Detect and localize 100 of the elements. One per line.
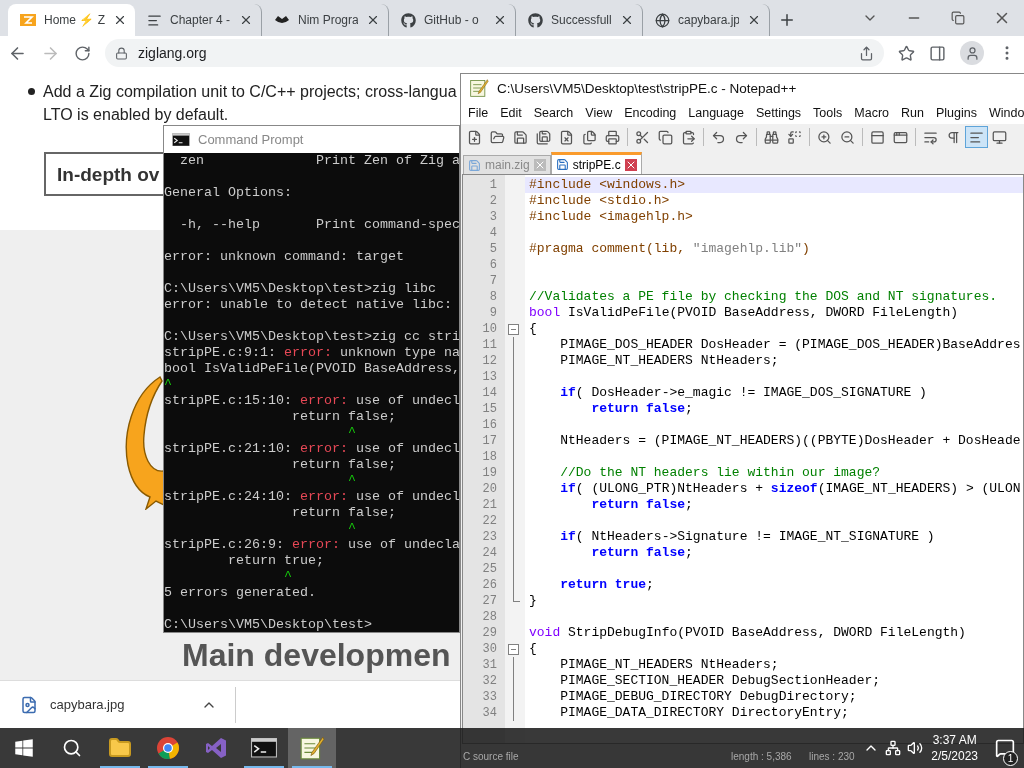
profile-avatar[interactable]	[960, 41, 984, 65]
windows-logo-icon[interactable]	[14, 738, 34, 758]
line-number: 20	[481, 481, 498, 497]
window-icon	[893, 129, 908, 145]
menu-item[interactable]: Windo	[982, 106, 1024, 120]
close-icon[interactable]	[366, 13, 380, 27]
menu-item[interactable]: Run	[895, 106, 930, 120]
pilcrow-icon	[946, 129, 961, 145]
close-icon[interactable]	[620, 13, 634, 27]
fold-minus-icon[interactable]	[508, 324, 519, 335]
line-number: 11	[481, 337, 498, 353]
line-number: 16	[481, 417, 498, 433]
address-bar[interactable]: ziglang.org	[105, 39, 884, 67]
menu-item[interactable]: Settings	[749, 106, 808, 120]
bullet-dot	[28, 88, 35, 95]
menu-item[interactable]: Tools	[807, 106, 849, 120]
download-item[interactable]: capybara.jpg	[0, 686, 236, 723]
infinity-logo-icon[interactable]	[204, 736, 228, 760]
share-icon[interactable]	[859, 45, 874, 61]
console-line: stripPE.c:24:10: error: use of undecl	[164, 489, 459, 505]
console-line: zen Print Zen of Zig a	[179, 153, 459, 169]
line-number: 10	[481, 321, 498, 337]
open-folder-icon	[490, 129, 505, 145]
console-line: C:\Users\VM5\Desktop\test>zig cc stri	[164, 329, 459, 345]
wrap-text-icon	[923, 129, 938, 145]
crown-icon	[274, 14, 290, 26]
notepad-icon	[469, 78, 489, 98]
line-number: 31	[481, 657, 498, 673]
line-number: 23	[481, 529, 498, 545]
notification-count: 1	[1003, 751, 1018, 766]
console-line: return true;	[227, 553, 325, 569]
image-file-icon	[20, 695, 38, 714]
indent-guide-button[interactable]	[965, 126, 988, 148]
console-line: stripPE.c:9:1: error: unknown type na	[164, 345, 459, 361]
fold-end-line	[513, 593, 520, 602]
console-line: return false;	[290, 505, 397, 521]
menu-item[interactable]: File	[462, 106, 495, 120]
notepad-icon[interactable]	[299, 735, 325, 761]
code-line: //Do the NT headers lie within our image?	[559, 465, 882, 481]
code-line: #include <imagehlp.h>	[528, 209, 694, 225]
status-text: length : 5,386	[731, 750, 793, 762]
close-files-icon	[582, 129, 597, 145]
new-file-icon	[467, 129, 482, 145]
lock-icon	[115, 46, 128, 60]
fold-minus-icon[interactable]	[508, 644, 519, 655]
section-heading: Main developmen	[182, 637, 451, 674]
line-number: 14	[481, 385, 498, 401]
terminal-icon[interactable]	[172, 132, 190, 147]
menu-item[interactable]: Encoding	[618, 106, 683, 120]
binoculars-icon	[764, 129, 779, 145]
folder-icon[interactable]	[108, 736, 132, 760]
lines-icon	[147, 12, 162, 28]
console-line: ^	[346, 521, 357, 537]
console-line: ^	[346, 473, 357, 489]
menu-item[interactable]: Macro	[848, 106, 896, 120]
line-number: 9	[488, 305, 498, 321]
close-icon[interactable]	[624, 158, 637, 171]
code-line: {	[528, 641, 538, 657]
console-line: ^	[164, 377, 173, 393]
line-number: 22	[481, 513, 498, 529]
code-line: PIMAGE_NT_HEADERS NtHeaders;	[559, 657, 780, 673]
menu-item[interactable]: Plugins	[929, 106, 983, 120]
terminal-icon[interactable]	[251, 738, 277, 758]
window-title: Command Prompt	[198, 132, 304, 147]
taskbar-app-button[interactable]	[288, 728, 336, 768]
network-icon[interactable]	[885, 740, 902, 756]
close-icon[interactable]	[493, 13, 507, 27]
speaker-icon[interactable]	[907, 740, 924, 756]
code-line: if( DosHeader->e_magic != IMAGE_DOS_SIGNATURE )	[559, 385, 928, 401]
globe-icon	[655, 12, 670, 28]
close-icon[interactable]	[113, 13, 127, 27]
zig-logo-icon	[20, 14, 36, 26]
close-icon[interactable]	[239, 13, 253, 27]
browser-tab[interactable]: Home ⚡ Z	[8, 4, 135, 36]
menu-item[interactable]: Search	[527, 106, 580, 120]
file-tab[interactable]: stripPE.c	[550, 152, 642, 174]
close-icon[interactable]	[747, 13, 761, 27]
console-line: bool IsValidPeFile(PVOID BaseAddress,	[164, 361, 459, 377]
line-number: 4	[488, 225, 498, 241]
line-number: 5	[488, 241, 498, 257]
code-line: #include <stdio.h>	[528, 193, 671, 209]
menu-item[interactable]: Language	[682, 106, 750, 120]
save-all-icon	[536, 129, 551, 145]
side-panel-icon[interactable]	[929, 44, 946, 62]
restore-icon[interactable]	[951, 11, 965, 25]
bookmark-star-icon[interactable]	[898, 44, 915, 62]
zoom-out-icon	[840, 129, 855, 145]
menu-item[interactable]: Edit	[494, 106, 528, 120]
console-line: C:\Users\VM5\Desktop\test>	[164, 617, 373, 632]
clock[interactable]: 3:37 AM 2/5/2023	[929, 732, 984, 764]
reload-icon[interactable]	[74, 44, 91, 62]
copy-icon	[658, 129, 673, 145]
chrome-icon[interactable]	[156, 736, 180, 760]
menu-item[interactable]: View	[579, 106, 619, 120]
line-number: 28	[481, 609, 498, 625]
search-icon[interactable]	[62, 738, 82, 758]
status-text: lines : 230	[809, 750, 855, 762]
save-icon	[555, 158, 569, 171]
line-number: 33	[481, 689, 498, 705]
new-tab-icon[interactable]	[778, 11, 796, 29]
